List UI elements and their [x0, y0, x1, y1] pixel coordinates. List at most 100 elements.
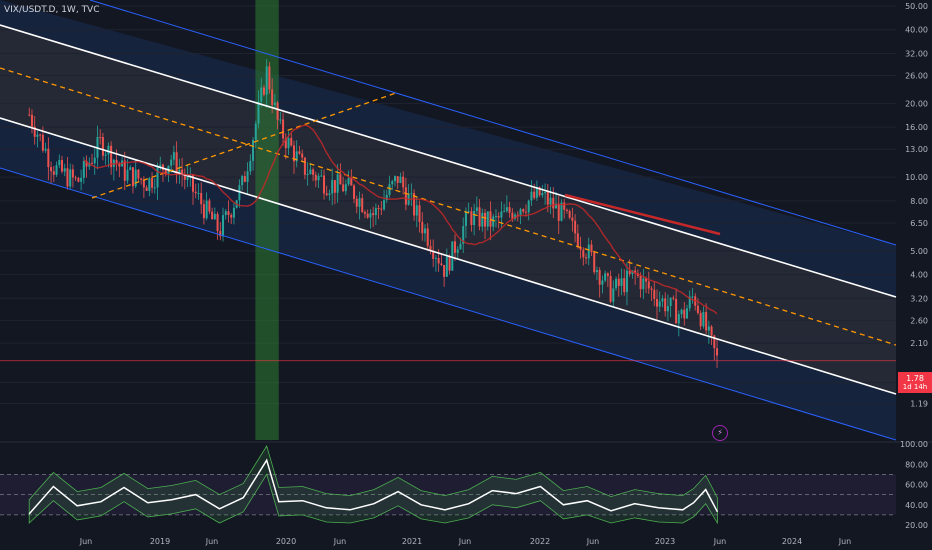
candle-body	[391, 181, 394, 185]
price-scale-label: 6.50	[910, 219, 928, 228]
candle-body	[601, 280, 604, 285]
candle-body	[484, 212, 487, 227]
candle-body	[478, 207, 481, 227]
interval: 1W	[61, 5, 76, 15]
price-scale-label: 32.00	[905, 49, 928, 58]
candle-body	[347, 177, 350, 185]
candle-body	[309, 169, 312, 174]
candle-body	[331, 180, 334, 194]
candle-body	[440, 263, 443, 265]
candle-body	[710, 326, 713, 336]
candle-body	[563, 202, 566, 210]
price-scale-label: 2.60	[910, 316, 928, 325]
candle-body	[448, 256, 451, 271]
price-scale-label: 3.20	[910, 294, 928, 303]
candle-body	[200, 192, 203, 205]
candle-body	[172, 152, 175, 160]
candle-body	[658, 301, 661, 307]
candle-body	[546, 192, 549, 205]
candle-body	[333, 180, 336, 193]
candle-body	[459, 243, 462, 250]
candle-body	[328, 193, 331, 195]
candle-body	[74, 177, 77, 179]
candle-body	[44, 148, 47, 151]
candle-body	[625, 270, 628, 293]
candle-body	[279, 119, 282, 121]
candle-body	[50, 167, 53, 172]
time-axis-label: Jun	[713, 537, 727, 546]
last-price: 1.78	[906, 374, 924, 383]
rsi-scale-label: 20.00	[905, 521, 928, 530]
data-source: TVC	[81, 5, 100, 15]
candle-body	[423, 228, 426, 234]
candle-body	[571, 217, 574, 221]
candle-body	[175, 152, 178, 175]
candle-body	[702, 312, 705, 327]
candle-body	[197, 192, 200, 194]
candle-body	[153, 187, 156, 189]
candle-body	[590, 244, 593, 253]
time-axis-label: 2022	[530, 537, 550, 546]
candle-body	[63, 168, 66, 172]
candle-body	[129, 167, 132, 170]
candle-body	[415, 205, 418, 216]
price-scale-label: 26.00	[905, 72, 928, 81]
candle-body	[686, 308, 689, 319]
candle-body	[265, 66, 268, 95]
candle-body	[227, 211, 230, 215]
candle-body	[533, 191, 536, 198]
candle-body	[383, 200, 386, 210]
time-axis-label: Jun	[586, 537, 600, 546]
candle-body	[151, 178, 154, 188]
price-scale-label: 5.00	[910, 247, 928, 256]
candle-body	[404, 187, 407, 205]
candle-body	[339, 174, 342, 185]
candle-body	[137, 169, 140, 179]
candle-body	[71, 169, 74, 178]
candle-body	[80, 177, 83, 182]
price-scale-label: 40.00	[905, 26, 928, 35]
time-axis-label: Jun	[838, 537, 852, 546]
candle-body	[301, 153, 304, 158]
candle-body	[211, 211, 214, 220]
candle-body	[366, 213, 369, 218]
candle-body	[519, 209, 522, 215]
price-scale-label: 4.00	[910, 271, 928, 280]
candle-body	[123, 160, 126, 181]
time-axis-label: Jun	[458, 537, 472, 546]
candle-body	[306, 173, 309, 175]
candle-body	[486, 211, 489, 227]
candle-body	[380, 208, 383, 210]
candle-body	[426, 228, 429, 246]
candle-body	[66, 168, 69, 187]
candle-body	[505, 207, 508, 212]
candle-body	[492, 216, 495, 227]
candle-body	[358, 198, 361, 207]
candle-body	[36, 134, 39, 137]
candle-body	[142, 179, 145, 188]
candle-body	[508, 207, 511, 213]
candle-body	[47, 148, 50, 168]
candle-body	[148, 178, 151, 191]
candle-body	[303, 157, 306, 175]
lightning-icon[interactable]: ⚡	[712, 425, 728, 441]
candle-body	[623, 278, 626, 293]
candle-body	[421, 221, 424, 234]
price-scale-label: 1.19	[910, 400, 928, 409]
candle-body	[434, 257, 437, 259]
candle-body	[213, 213, 216, 220]
candle-body	[399, 176, 402, 183]
time-axis-label: 2024	[782, 537, 802, 546]
candle-body	[344, 184, 347, 192]
price-chart[interactable]: 50.00 40.00 32.00 26.00 20.00 16.00 13.00 10.00…	[0, 0, 932, 550]
candle-body	[707, 326, 710, 331]
symbol-header[interactable]: VIX/USDT.D, 1W, TVC	[4, 5, 100, 15]
candle-body	[511, 212, 514, 219]
candle-body	[355, 198, 358, 207]
candle-body	[557, 203, 560, 221]
candle-body	[350, 177, 353, 186]
candle-body	[58, 160, 61, 166]
time-axis-label: Jun	[79, 537, 93, 546]
candle-body	[69, 169, 72, 187]
candle-body	[93, 157, 96, 164]
